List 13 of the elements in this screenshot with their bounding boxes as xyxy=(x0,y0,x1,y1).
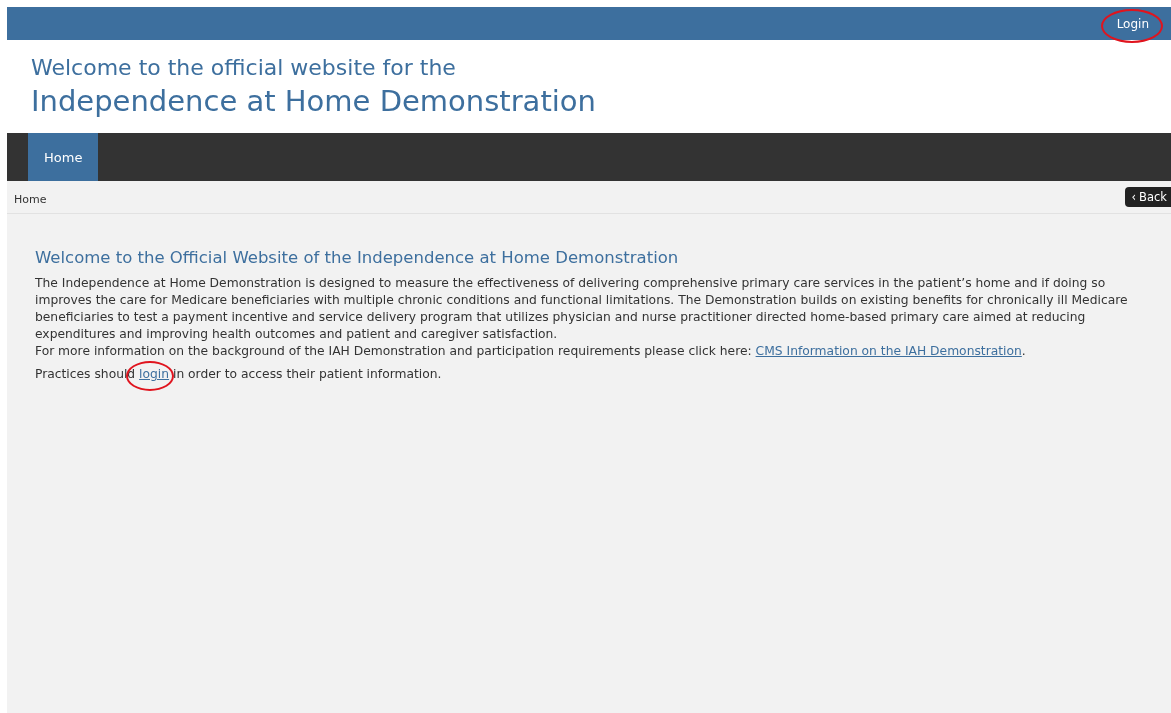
body-text: . xyxy=(1021,344,1026,358)
login-link[interactable]: Login xyxy=(1110,12,1155,35)
body-text: in order to access their patient information. xyxy=(171,367,442,381)
body-text: For more information on the background of the IAH Demonstration and participation requirements please click here: xyxy=(35,344,753,358)
site-title: Independence at Home Demonstration xyxy=(31,82,597,120)
nav-tab[interactable]: Home xyxy=(28,133,99,181)
header-subtitle: Welcome to the official website for the xyxy=(31,53,457,82)
text-link[interactable]: login xyxy=(139,367,170,381)
page-heading: Welcome to the Official Website of the Independence at Home Demonstration xyxy=(35,248,680,267)
back-button[interactable]: ‹ Back xyxy=(1125,186,1171,207)
breadcrumb-item: Home xyxy=(14,192,47,206)
body-text: The Independence at Home Demonstration is designed to measure the effectiveness of delivering comprehensive primary care services in the patient’s home and if doing so improves the care for Medicare beneficiaries with multiple chronic conditions and functional limitations. The Demonstration builds on existing benefits for chronically ill Medicare beneficiaries to test a payment incentive and service delivery program that utilizes physician and nurse practitioner directed home-based primary care aimed at reducing expenditures and improving health outcomes and patient and caregiver satisfaction. xyxy=(35,276,1128,341)
text-link[interactable]: CMS Information on the IAH Demonstration xyxy=(755,344,1022,358)
